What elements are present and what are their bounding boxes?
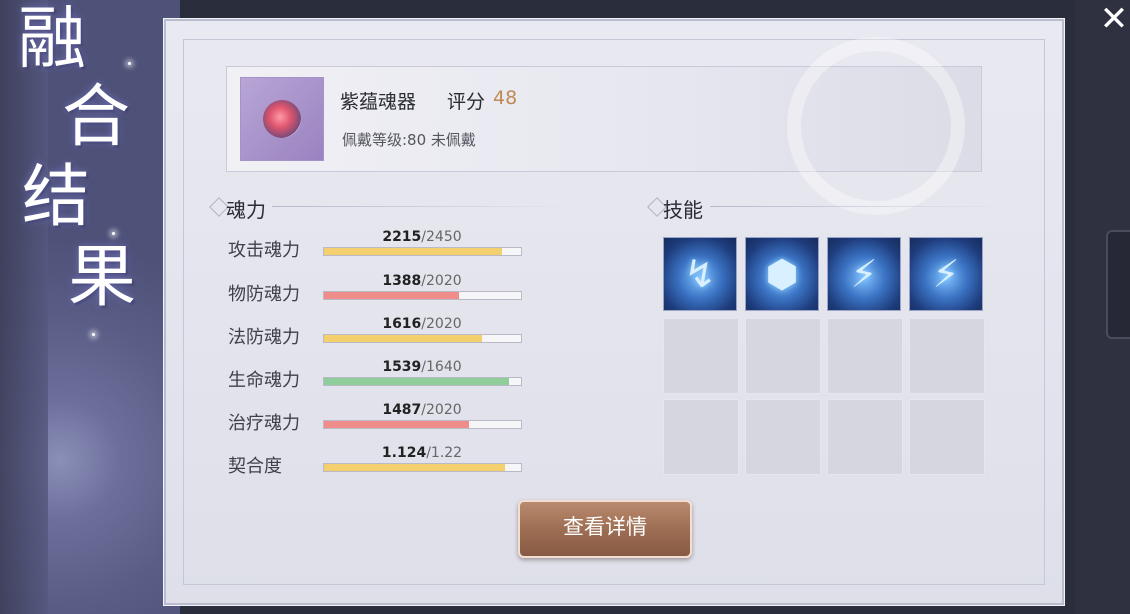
stat-max: /2020: [421, 273, 462, 289]
fusion-result-title: 融 合 结 果: [18, 6, 148, 326]
title-char-1: 融: [18, 0, 87, 79]
stat-max: /2020: [421, 316, 462, 332]
stat-label: 攻击魂力: [228, 240, 300, 261]
skill-glyph: ⬢: [765, 252, 799, 296]
skill-glyph: ⚡: [932, 252, 960, 296]
title-char-4: 果: [68, 238, 137, 317]
stat-label: 治疗魂力: [228, 413, 300, 434]
section-divider: [272, 206, 572, 207]
stat-progress-bar: [323, 463, 522, 472]
stat-label: 物防魂力: [228, 284, 300, 305]
sparkle: [128, 62, 131, 65]
stat-value: 1487/2020: [324, 402, 520, 418]
view-details-button[interactable]: 查看详情: [518, 500, 692, 558]
stat-current: 1388: [382, 273, 422, 289]
stat-value: 1388/2020: [324, 273, 520, 289]
skill-arrow-heal-icon[interactable]: ↯: [663, 237, 737, 311]
item-card: 紫蕴魂器 评分 48 佩戴等级:80 未佩戴: [226, 37, 982, 215]
stat-progress-bar: [323, 377, 522, 386]
stat-progress-fill: [324, 464, 505, 471]
empty-skill-slot: [663, 318, 739, 394]
stat-max: /2450: [421, 229, 462, 245]
stat-max: /2020: [421, 402, 462, 418]
stat-max: /1640: [421, 359, 462, 375]
stat-label: 生命魂力: [228, 370, 300, 391]
stat-progress-fill: [324, 248, 502, 255]
empty-skill-slot: [909, 318, 985, 394]
stat-current: 1487: [382, 402, 422, 418]
skill-lightning-icon[interactable]: ⚡: [909, 237, 983, 311]
empty-skill-slot: [745, 399, 821, 475]
right-edge-background: [1075, 0, 1130, 614]
empty-skill-slot: [745, 318, 821, 394]
stat-current: 1.124: [381, 445, 427, 461]
stat-max: /1.22: [426, 445, 463, 461]
sparkle: [92, 333, 95, 336]
stat-value: 1.124/1.22: [324, 445, 520, 461]
stat-value: 2215/2450: [324, 229, 520, 245]
title-char-2: 合: [62, 78, 131, 157]
stat-progress-fill: [324, 421, 469, 428]
stat-progress-fill: [324, 292, 459, 299]
empty-skill-slot: [909, 399, 985, 475]
stat-progress-fill: [324, 378, 509, 385]
gem-core: [263, 100, 301, 138]
stat-label: 法防魂力: [228, 327, 300, 348]
skill-shield-icon[interactable]: ⬢: [745, 237, 819, 311]
empty-skill-slot: [827, 318, 903, 394]
stat-label: 契合度: [228, 456, 282, 477]
skills-title: 技能: [663, 198, 703, 222]
empty-skill-slot: [827, 399, 903, 475]
stat-progress-bar: [323, 247, 522, 256]
stat-progress-fill: [324, 335, 482, 342]
section-divider: [710, 206, 1010, 207]
item-name: 紫蕴魂器: [340, 91, 417, 113]
title-char-3: 结: [22, 158, 91, 237]
stat-current: 1539: [382, 359, 422, 375]
empty-skill-slot: [663, 399, 739, 475]
stat-value: 1616/2020: [324, 316, 520, 332]
stat-progress-bar: [323, 420, 522, 429]
close-icon: ✕: [1099, 0, 1129, 39]
item-score: 48: [493, 87, 518, 109]
stat-progress-bar: [323, 334, 522, 343]
close-button[interactable]: ✕: [1097, 2, 1130, 36]
sparkle: [112, 232, 115, 235]
side-tab-handle[interactable]: [1106, 230, 1130, 339]
skill-triple-strike-icon[interactable]: ⚡: [827, 237, 901, 311]
purple-soul-gem-icon[interactable]: [240, 77, 324, 161]
decorative-ring: [787, 37, 965, 215]
stat-current: 2215: [382, 229, 422, 245]
soul-power-title: 魂力: [226, 198, 266, 222]
skill-glyph: ⚡: [850, 252, 878, 296]
skill-glyph: ↯: [684, 252, 716, 296]
item-wear-info: 佩戴等级:80 未佩戴: [342, 131, 476, 149]
stat-progress-bar: [323, 291, 522, 300]
stat-value: 1539/1640: [324, 359, 520, 375]
item-score-label: 评分: [447, 91, 486, 113]
stat-current: 1616: [382, 316, 422, 332]
